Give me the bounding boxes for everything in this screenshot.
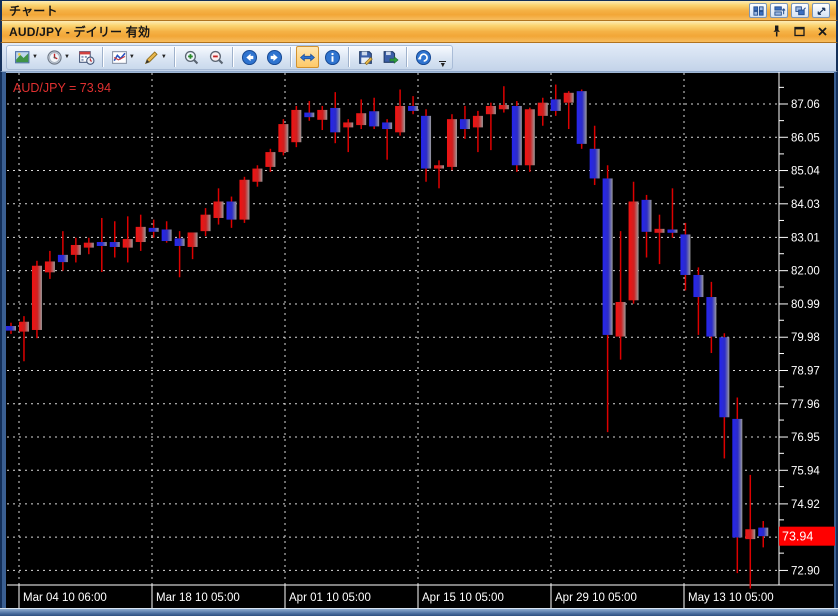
- chevron-down-icon: ▼: [32, 54, 38, 60]
- indicators-icon: [111, 49, 128, 66]
- chart-window-titlebar[interactable]: AUD/JPY - デイリー 有効: [0, 21, 838, 43]
- fit-width-button[interactable]: [296, 46, 319, 68]
- candle: [239, 177, 249, 223]
- resize-diagonal-button[interactable]: [812, 3, 830, 18]
- toolbar-separator: [102, 47, 104, 67]
- pin-button[interactable]: [768, 24, 784, 40]
- refresh-button[interactable]: [412, 46, 435, 68]
- back-button[interactable]: [238, 46, 261, 68]
- timeframe-button[interactable]: ▼: [43, 46, 73, 68]
- candle: [278, 119, 288, 155]
- fit-width-icon: [299, 49, 316, 66]
- symbol-price-label: AUD/JPY = 73.94: [13, 81, 111, 95]
- close-icon: [815, 24, 830, 39]
- zoom-out-icon: [208, 49, 225, 66]
- app-title: チャート: [9, 2, 58, 19]
- save-button[interactable]: [354, 46, 377, 68]
- refresh-icon: [415, 49, 432, 66]
- chart-window-title: AUD/JPY - デイリー 有効: [9, 23, 150, 40]
- zoom-in-icon: [183, 49, 200, 66]
- tile-horizontal-icon: [773, 5, 786, 17]
- svg-text:Apr 01 10 05:00: Apr 01 10 05:00: [289, 592, 371, 604]
- toolbar-separator: [174, 47, 176, 67]
- svg-text:75.94: 75.94: [791, 465, 820, 477]
- tile-windows-icon: [752, 5, 765, 17]
- export-icon: [382, 49, 399, 66]
- chevron-down-icon: ▼: [129, 54, 135, 60]
- candle: [577, 90, 587, 149]
- indicators-button[interactable]: ▼: [108, 46, 138, 68]
- candle: [525, 108, 535, 172]
- svg-text:77.96: 77.96: [791, 399, 820, 411]
- svg-text:74.92: 74.92: [791, 499, 820, 511]
- zoom-out-button[interactable]: [205, 46, 228, 68]
- svg-text:82.00: 82.00: [791, 266, 820, 278]
- maximize-button[interactable]: [791, 24, 807, 40]
- chart-application-window: チャート: [0, 0, 838, 616]
- chevron-down-icon: ▼: [161, 54, 167, 60]
- periodicity-button[interactable]: [75, 46, 98, 68]
- svg-text:87.06: 87.06: [791, 99, 820, 111]
- draw-tools-button[interactable]: ▼: [140, 46, 170, 68]
- svg-text:84.03: 84.03: [791, 199, 820, 211]
- chevron-down-icon: ▼: [64, 54, 70, 60]
- current-price-marker: 73.94: [779, 527, 835, 546]
- pin-icon: [769, 24, 784, 39]
- svg-text:79.98: 79.98: [791, 332, 820, 344]
- candle: [512, 101, 522, 172]
- periodicity-calendar-icon: [78, 49, 95, 66]
- toolbar-separator: [232, 47, 234, 67]
- cascade-windows-button[interactable]: [791, 3, 809, 18]
- chevron-down-icon: ▼: [439, 63, 446, 69]
- forward-button[interactable]: [263, 46, 286, 68]
- draw-tools-icon: [143, 49, 160, 66]
- candle: [447, 114, 457, 170]
- maximize-icon: [792, 24, 807, 39]
- tile-horizontal-button[interactable]: [770, 3, 788, 18]
- forward-icon: [266, 49, 283, 66]
- candlestick-chart[interactable]: 87.06 86.05 85.04 84.03 83.01 82.00 80.99 79.98…: [0, 72, 838, 608]
- svg-text:72.90: 72.90: [791, 565, 820, 577]
- svg-text:Apr 29 10 05:00: Apr 29 10 05:00: [555, 592, 637, 604]
- candle: [291, 106, 301, 147]
- svg-text:85.04: 85.04: [791, 166, 820, 178]
- toolbar-overflow-button[interactable]: ▼: [437, 46, 449, 69]
- toolbar-separator: [348, 47, 350, 67]
- save-icon: [357, 49, 374, 66]
- candle: [32, 261, 42, 338]
- window-bottom-border: [0, 608, 838, 616]
- svg-text:Mar 18 10 05:00: Mar 18 10 05:00: [156, 592, 240, 604]
- chart-toolbar: ▼ ▼: [0, 43, 838, 72]
- toolbar-panel: ▼ ▼: [6, 45, 453, 70]
- chart-canvas[interactable]: 87.06 86.05 85.04 84.03 83.01 82.00 80.99 79.98…: [0, 72, 838, 608]
- back-icon: [241, 49, 258, 66]
- close-button[interactable]: [814, 24, 830, 40]
- svg-text:May 13 10 05:00: May 13 10 05:00: [688, 592, 774, 604]
- svg-text:76.95: 76.95: [791, 432, 820, 444]
- timeframe-clock-icon: [46, 49, 63, 66]
- app-titlebar[interactable]: チャート: [0, 0, 838, 21]
- info-button[interactable]: [321, 46, 344, 68]
- svg-text:83.01: 83.01: [791, 232, 820, 244]
- svg-text:78.97: 78.97: [791, 365, 820, 377]
- toolbar-separator: [406, 47, 408, 67]
- svg-text:73.94: 73.94: [782, 530, 813, 544]
- svg-text:Mar 04 10 06:00: Mar 04 10 06:00: [23, 592, 107, 604]
- tile-windows-button[interactable]: [749, 3, 767, 18]
- resize-diagonal-icon: [815, 5, 828, 17]
- svg-text:Apr 15 10 05:00: Apr 15 10 05:00: [422, 592, 504, 604]
- chart-background: [0, 72, 838, 608]
- svg-text:80.99: 80.99: [791, 299, 820, 311]
- export-button[interactable]: [379, 46, 402, 68]
- chart-type-button[interactable]: ▼: [11, 46, 41, 68]
- zoom-in-button[interactable]: [180, 46, 203, 68]
- chart-type-icon: [14, 49, 31, 66]
- toolbar-separator: [290, 47, 292, 67]
- svg-text:86.05: 86.05: [791, 132, 820, 144]
- info-icon: [324, 49, 341, 66]
- cascade-windows-icon: [794, 5, 807, 17]
